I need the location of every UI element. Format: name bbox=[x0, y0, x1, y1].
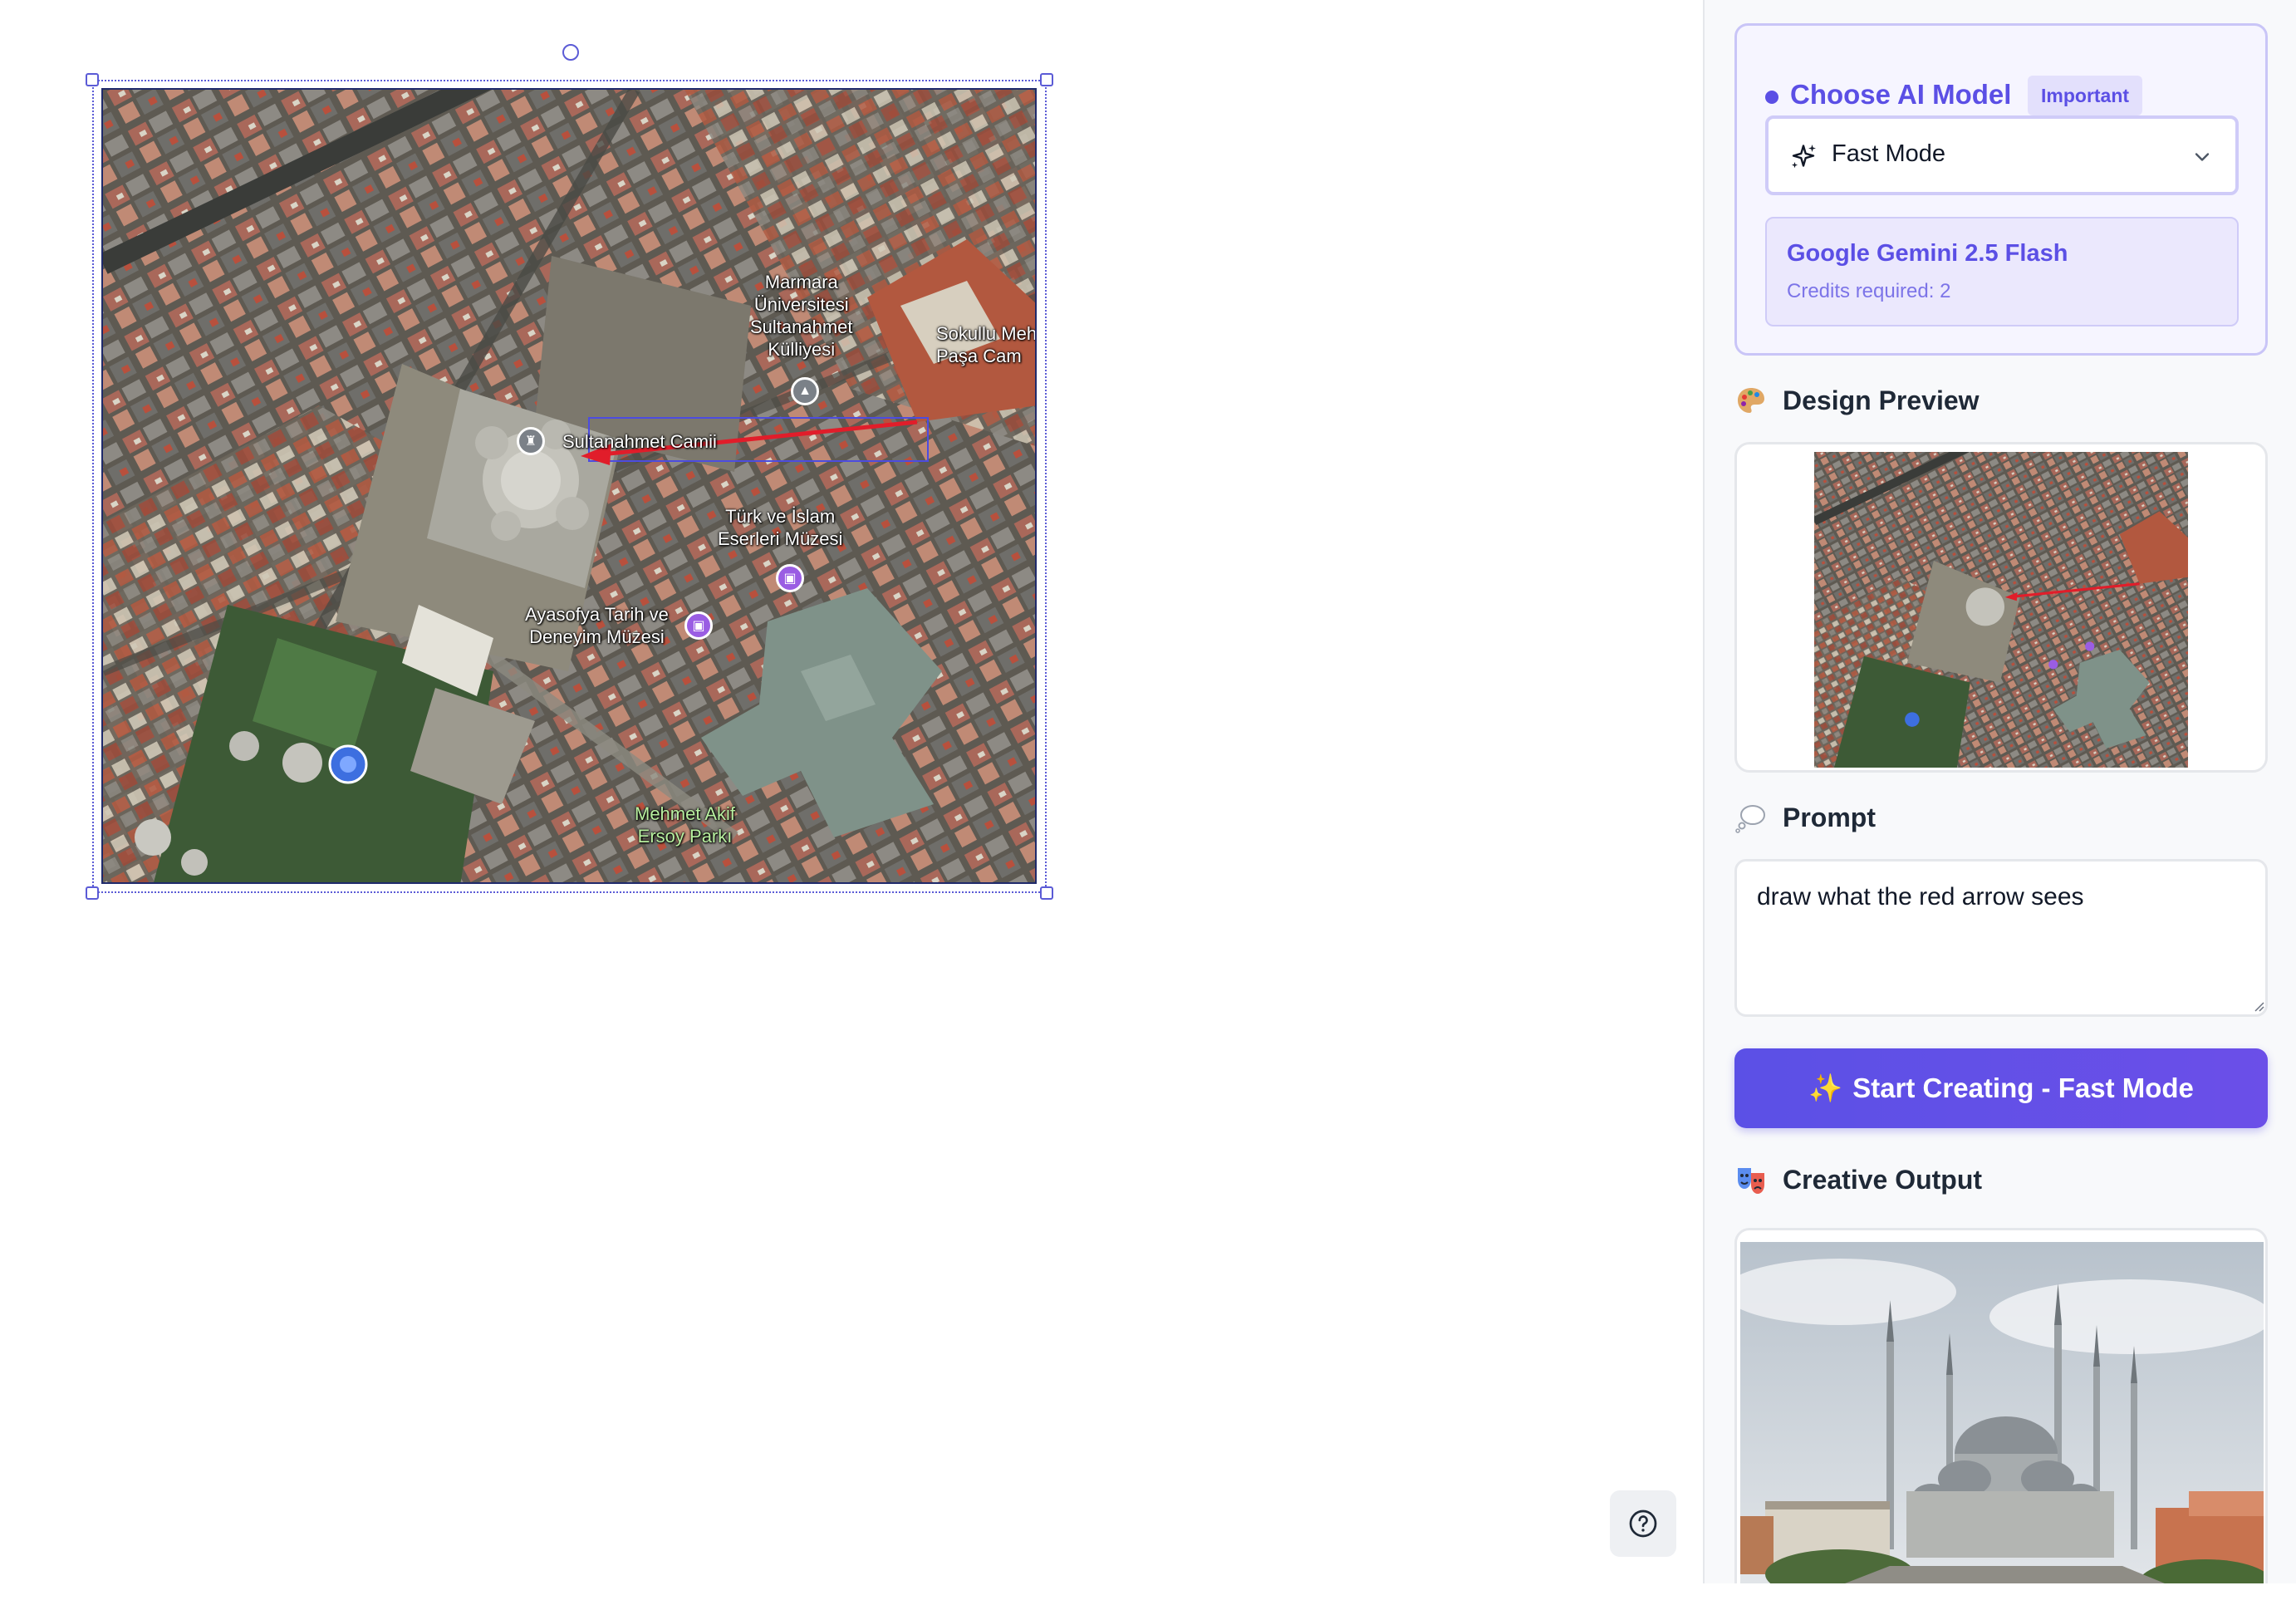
design-preview-card bbox=[1734, 442, 2268, 773]
help-button[interactable] bbox=[1610, 1490, 1676, 1557]
map-label-ayasofya: Ayasofya Tarih ve Deneyim Müzesi bbox=[525, 604, 669, 647]
mode-select-value: Fast Mode bbox=[1832, 140, 1945, 167]
credits-required: Credits required: 2 bbox=[1787, 280, 1951, 302]
theater-masks-icon bbox=[1738, 1168, 1764, 1194]
model-section-title: Choose AI Model bbox=[1790, 79, 2012, 110]
museum-pin-icon[interactable]: ▣ bbox=[776, 564, 804, 592]
resize-handle-top-right[interactable] bbox=[1040, 73, 1053, 86]
satellite-map-image[interactable]: ♜ ▲ ▣ ▣ Marmara Üniversitesi Sultanahmet… bbox=[101, 88, 1037, 884]
satellite-map-texture bbox=[103, 90, 1035, 882]
start-creating-label: Start Creating - Fast Mode bbox=[1852, 1073, 2194, 1103]
design-canvas[interactable]: ♜ ▲ ▣ ▣ Marmara Üniversitesi Sultanahmet… bbox=[0, 0, 1703, 1610]
map-label-turk-islam: Türk ve İslam Eserleri Müzesi bbox=[718, 506, 843, 549]
resize-handle-bottom-left[interactable] bbox=[86, 886, 99, 900]
bullet-dot-icon bbox=[1765, 91, 1778, 104]
resize-handle-top-left[interactable] bbox=[86, 73, 99, 86]
sparkles-icon bbox=[1791, 145, 1816, 169]
start-creating-button[interactable]: ✨ Start Creating - Fast Mode bbox=[1734, 1048, 2268, 1128]
model-info-box: Google Gemini 2.5 Flash Credits required… bbox=[1765, 217, 2239, 326]
prompt-title: Prompt bbox=[1783, 802, 1876, 832]
palette-icon bbox=[1738, 388, 1764, 413]
university-pin-icon[interactable]: ▲ bbox=[791, 377, 819, 405]
creative-output-heading: Creative Output bbox=[1734, 1163, 1982, 1196]
mode-select-dropdown[interactable]: Fast Mode bbox=[1765, 115, 2239, 195]
question-circle-icon bbox=[1629, 1509, 1657, 1538]
important-badge: Important bbox=[2028, 76, 2143, 115]
map-label-sokullu: Sokullu Meh Paşa Cam bbox=[936, 323, 1037, 366]
preview-map-thumbnail bbox=[1814, 452, 2188, 768]
chevron-down-icon bbox=[2195, 153, 2210, 161]
museum-pin-icon[interactable]: ▣ bbox=[684, 611, 713, 640]
blue-mosque-render bbox=[1740, 1242, 2264, 1583]
sidebar-panel: Choose AI Model Important Fast Mode Goog… bbox=[1703, 0, 2296, 1583]
design-preview-heading: Design Preview bbox=[1734, 384, 1980, 417]
creative-output-title: Creative Output bbox=[1783, 1164, 1983, 1195]
map-label-sultanahmet: Sultanahmet Camii bbox=[562, 431, 717, 452]
thought-bubble-icon bbox=[1735, 805, 1765, 833]
map-label-mehmet-akif: Mehmet Akif Ersoy Parkı bbox=[635, 803, 736, 847]
model-name: Google Gemini 2.5 Flash bbox=[1787, 240, 2068, 267]
design-preview-title: Design Preview bbox=[1783, 385, 1980, 415]
prompt-textarea[interactable] bbox=[1734, 859, 2268, 1017]
mosque-pin-icon[interactable]: ♜ bbox=[517, 427, 545, 455]
prompt-heading: Prompt bbox=[1734, 801, 1876, 834]
map-label-marmara: Marmara Üniversitesi Sultanahmet Külliye… bbox=[750, 272, 853, 360]
generated-mosque-image[interactable] bbox=[1740, 1242, 2264, 1583]
design-preview-image bbox=[1814, 452, 2188, 768]
textarea-resize-grip-icon[interactable] bbox=[2253, 1000, 2264, 1012]
rotate-handle[interactable] bbox=[562, 44, 579, 61]
sparkles-icon: ✨ bbox=[1808, 1072, 1843, 1103]
resize-handle-bottom-right[interactable] bbox=[1040, 886, 1053, 900]
model-selection-card: Choose AI Model Important Fast Mode Goog… bbox=[1734, 23, 2268, 356]
creative-output-card bbox=[1734, 1228, 2268, 1583]
